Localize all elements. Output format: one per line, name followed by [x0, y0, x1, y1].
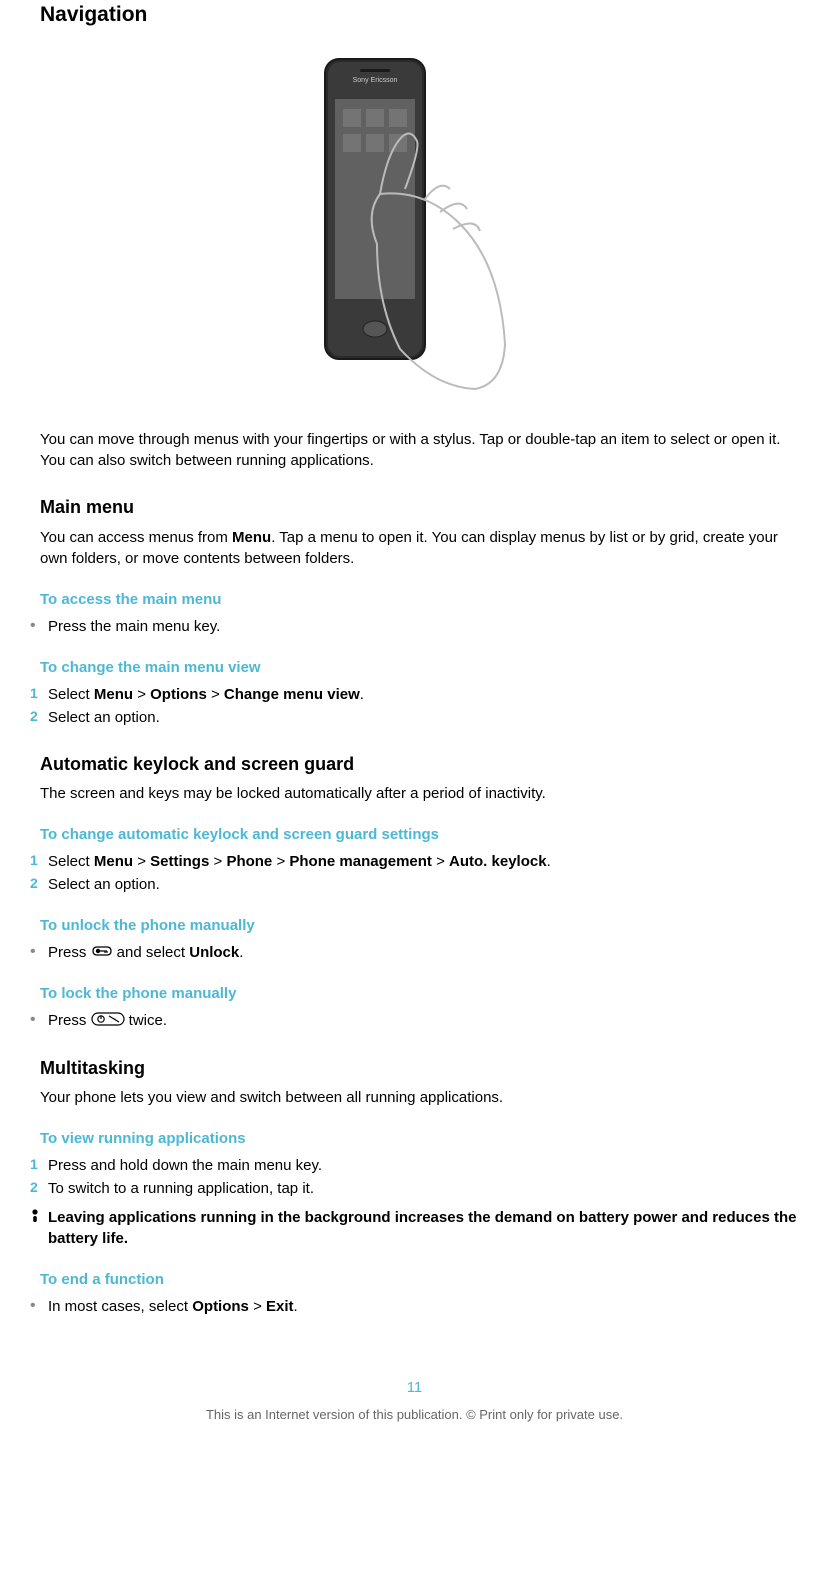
bullet-icon: • — [30, 942, 48, 961]
keylock-step2-text: Select an option. — [48, 874, 799, 895]
lock-heading: To lock the phone manually — [30, 983, 799, 1004]
view-step1-text: Press and hold down the main menu key. — [48, 1155, 799, 1176]
bullet-icon: • — [30, 616, 48, 635]
step-number: 2 — [30, 874, 48, 894]
step-number: 2 — [30, 707, 48, 727]
bullet-icon: • — [30, 1010, 48, 1029]
step-number: 1 — [30, 684, 48, 704]
footer-note: This is an Internet version of this publ… — [30, 1406, 799, 1424]
keylock-step1-text: Select Menu > Settings > Phone > Phone m… — [48, 851, 799, 872]
unlock-text: Press and select Unlock. — [48, 942, 799, 964]
power-button-icon — [91, 1011, 125, 1032]
page-title: Navigation — [30, 0, 799, 29]
lock-text: Press twice. — [48, 1010, 799, 1032]
list-item: • Press twice. — [30, 1010, 799, 1032]
step-number: 1 — [30, 1155, 48, 1175]
multitasking-text: Your phone lets you view and switch betw… — [30, 1087, 799, 1108]
access-step-text: Press the main menu key. — [48, 616, 799, 637]
list-item: 1 Press and hold down the main menu key. — [30, 1155, 799, 1176]
phone-illustration: Sony Ericsson — [30, 49, 799, 399]
access-main-menu-heading: To access the main menu — [30, 589, 799, 610]
change-view-step1-text: Select Menu > Options > Change menu view… — [48, 684, 799, 705]
key-icon — [91, 942, 113, 963]
view-running-heading: To view running applications — [30, 1128, 799, 1149]
step-number: 1 — [30, 851, 48, 871]
list-item: 2 Select an option. — [30, 874, 799, 895]
multitasking-heading: Multitasking — [30, 1056, 799, 1081]
warning-note: Leaving applications running in the back… — [30, 1207, 799, 1249]
step-number: 2 — [30, 1178, 48, 1198]
list-item: • Press the main menu key. — [30, 616, 799, 637]
unlock-heading: To unlock the phone manually — [30, 915, 799, 936]
main-menu-text: You can access menus from Menu. Tap a me… — [30, 527, 799, 569]
list-item: 2 To switch to a running application, ta… — [30, 1178, 799, 1199]
keylock-text: The screen and keys may be locked automa… — [30, 783, 799, 804]
svg-text:Sony Ericsson: Sony Ericsson — [352, 77, 397, 84]
keylock-change-heading: To change automatic keylock and screen g… — [30, 824, 799, 845]
warning-icon — [30, 1207, 48, 1223]
list-item: • In most cases, select Options > Exit. — [30, 1296, 799, 1317]
list-item: • Press and select Unlock. — [30, 942, 799, 964]
page-number: 11 — [30, 1377, 799, 1398]
bullet-icon: • — [30, 1296, 48, 1315]
list-item: 1 Select Menu > Settings > Phone > Phone… — [30, 851, 799, 872]
warning-text: Leaving applications running in the back… — [48, 1207, 799, 1249]
change-view-heading: To change the main menu view — [30, 657, 799, 678]
list-item: 2 Select an option. — [30, 707, 799, 728]
change-view-step2-text: Select an option. — [48, 707, 799, 728]
view-step2-text: To switch to a running application, tap … — [48, 1178, 799, 1199]
keylock-heading: Automatic keylock and screen guard — [30, 752, 799, 777]
list-item: 1 Select Menu > Options > Change menu vi… — [30, 684, 799, 705]
end-function-heading: To end a function — [30, 1269, 799, 1290]
intro-text: You can move through menus with your fin… — [30, 429, 799, 471]
end-function-text: In most cases, select Options > Exit. — [48, 1296, 799, 1317]
main-menu-heading: Main menu — [30, 495, 799, 520]
